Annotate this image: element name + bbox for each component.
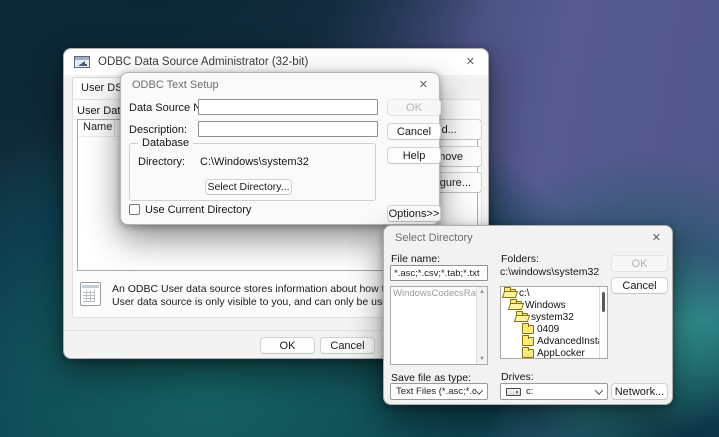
text-setup-ok-button[interactable]: OK <box>387 99 441 116</box>
select-directory-button[interactable]: Select Directory... <box>205 179 292 195</box>
folder-name: AdvancedInstallers <box>537 336 600 347</box>
database-group: Database Directory: C:\Windows\system32 … <box>129 143 376 201</box>
scroll-up-icon[interactable]: ▲ <box>477 287 487 297</box>
select-directory-close-icon[interactable]: ✕ <box>652 231 661 245</box>
folder-name: Windows <box>525 300 566 311</box>
closed-folder-icon <box>522 325 534 334</box>
current-path: c:\windows\system32 <box>500 266 599 278</box>
file-list-scrollbar[interactable]: ▲ ▼ <box>476 287 487 364</box>
odbc-text-setup-dialog: ODBC Text Setup ✕ Data Source Name: Desc… <box>120 72 440 225</box>
open-folder-icon <box>504 289 516 298</box>
chevron-down-icon <box>475 386 483 394</box>
admin-ok-button[interactable]: OK <box>260 337 315 354</box>
text-setup-close-icon[interactable]: ✕ <box>419 78 428 92</box>
folder-tree-item[interactable]: AppLocker <box>501 347 600 359</box>
folder-tree-scroll-thumb[interactable] <box>602 292 605 312</box>
text-setup-cancel-button[interactable]: Cancel <box>387 123 441 140</box>
use-current-directory-label: Use Current Directory <box>145 204 251 216</box>
drives-label: Drives: <box>501 371 534 383</box>
select-directory-dialog: Select Directory ✕ File name: WindowsCod… <box>383 225 673 405</box>
file-list-items: WindowsCodecsRaw.b <box>391 287 487 300</box>
admin-cancel-button[interactable]: Cancel <box>320 337 375 354</box>
database-group-label: Database <box>138 137 193 149</box>
save-type-value: Text Files (*.asc;*.csv;*. <box>396 386 476 397</box>
description-input[interactable] <box>198 121 378 137</box>
desktop-wallpaper: ODBC Data Source Administrator (32-bit) … <box>0 0 719 437</box>
drives-dropdown[interactable]: c: <box>500 383 608 400</box>
scroll-down-icon[interactable]: ▼ <box>477 354 487 364</box>
folder-name: 0409 <box>537 324 559 335</box>
column-name[interactable]: Name <box>78 120 115 136</box>
folder-tree-item[interactable]: Windows <box>501 299 600 311</box>
file-name-label: File name: <box>391 253 440 265</box>
chevron-down-icon <box>595 386 603 394</box>
folder-tree-item[interactable]: system32 <box>501 311 600 323</box>
network-button[interactable]: Network... <box>611 383 668 400</box>
open-folder-icon <box>510 301 522 310</box>
directory-value: C:\Windows\system32 <box>200 156 309 168</box>
select-directory-ok-button[interactable]: OK <box>611 255 668 272</box>
odbc-admin-app-icon <box>74 56 90 69</box>
datasource-table-icon <box>80 282 101 306</box>
closed-folder-icon <box>522 337 534 346</box>
text-setup-help-button[interactable]: Help <box>387 147 441 164</box>
select-directory-cancel-button[interactable]: Cancel <box>611 277 668 294</box>
text-setup-title[interactable]: ODBC Text Setup <box>132 79 219 91</box>
admin-window-title: ODBC Data Source Administrator (32-bit) <box>98 56 308 68</box>
directory-label: Directory: <box>138 156 185 168</box>
closed-folder-icon <box>522 349 534 358</box>
folder-tree-item[interactable]: 0409 <box>501 323 600 335</box>
file-list[interactable]: WindowsCodecsRaw.b ▲ ▼ <box>390 286 488 365</box>
data-source-name-input[interactable] <box>198 99 378 115</box>
folder-tree-scrollbar[interactable] <box>599 287 607 358</box>
folder-tree-item[interactable]: c:\ <box>501 287 600 299</box>
file-name-input[interactable] <box>390 265 488 281</box>
folder-name: system32 <box>531 312 574 323</box>
folder-tree-rows: c:\Windowssystem320409AdvancedInstallers… <box>501 287 607 359</box>
open-folder-icon <box>516 313 528 322</box>
drives-value: c: <box>526 386 533 397</box>
description-label: Description: <box>129 124 187 136</box>
folder-name: AppLocker <box>537 348 585 359</box>
folders-label: Folders: <box>501 253 539 265</box>
text-setup-options-button[interactable]: Options>> <box>387 205 441 222</box>
use-current-directory-checkbox[interactable] <box>129 204 140 215</box>
drive-icon <box>506 388 521 396</box>
folder-tree-item[interactable]: AdvancedInstallers <box>501 335 600 347</box>
save-type-dropdown[interactable]: Text Files (*.asc;*.csv;*. <box>390 383 488 400</box>
admin-close-icon[interactable]: ✕ <box>466 55 475 69</box>
folder-tree[interactable]: c:\Windowssystem320409AdvancedInstallers… <box>500 286 608 359</box>
file-list-item[interactable]: WindowsCodecsRaw.b <box>391 287 476 300</box>
select-directory-title[interactable]: Select Directory <box>395 232 473 244</box>
folder-name: c:\ <box>519 288 530 299</box>
